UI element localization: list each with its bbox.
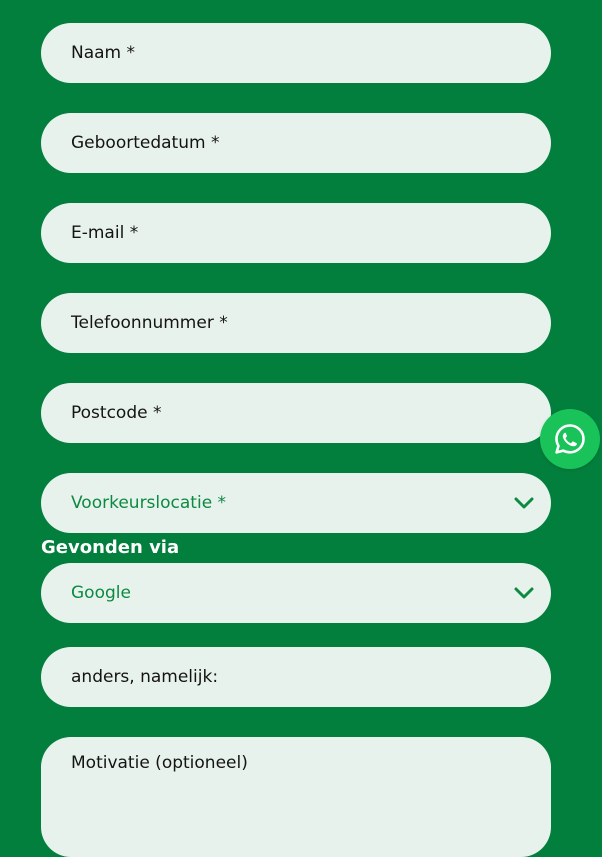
gevonden-via-label: Gevonden via [41, 537, 180, 558]
whatsapp-button[interactable] [540, 409, 600, 469]
anders-placeholder: anders, namelijk: [71, 667, 219, 687]
telefoon-placeholder: Telefoonnummer * [71, 313, 228, 333]
anders-input[interactable]: anders, namelijk: [41, 647, 551, 707]
email-input[interactable]: E-mail * [41, 203, 551, 263]
naam-placeholder: Naam * [71, 43, 136, 63]
postcode-input[interactable]: Postcode * [41, 383, 551, 443]
geboortedatum-input[interactable]: Geboortedatum * [41, 113, 551, 173]
motivatie-textarea[interactable]: Motivatie (optioneel) [41, 737, 551, 857]
postcode-placeholder: Postcode * [71, 403, 162, 423]
voorkeurslocatie-value: Voorkeurslocatie * [71, 493, 227, 513]
telefoon-input[interactable]: Telefoonnummer * [41, 293, 551, 353]
gevonden-via-value: Google [71, 583, 131, 603]
email-placeholder: E-mail * [71, 223, 139, 243]
voorkeurslocatie-select[interactable]: Voorkeurslocatie * [41, 473, 551, 533]
geboortedatum-placeholder: Geboortedatum * [71, 133, 220, 153]
naam-input[interactable]: Naam * [41, 23, 551, 83]
gevonden-via-select[interactable]: Google [41, 563, 551, 623]
motivatie-placeholder: Motivatie (optioneel) [71, 753, 248, 773]
chevron-down-icon [514, 497, 534, 509]
chevron-down-icon [514, 587, 534, 599]
whatsapp-icon [555, 424, 585, 454]
